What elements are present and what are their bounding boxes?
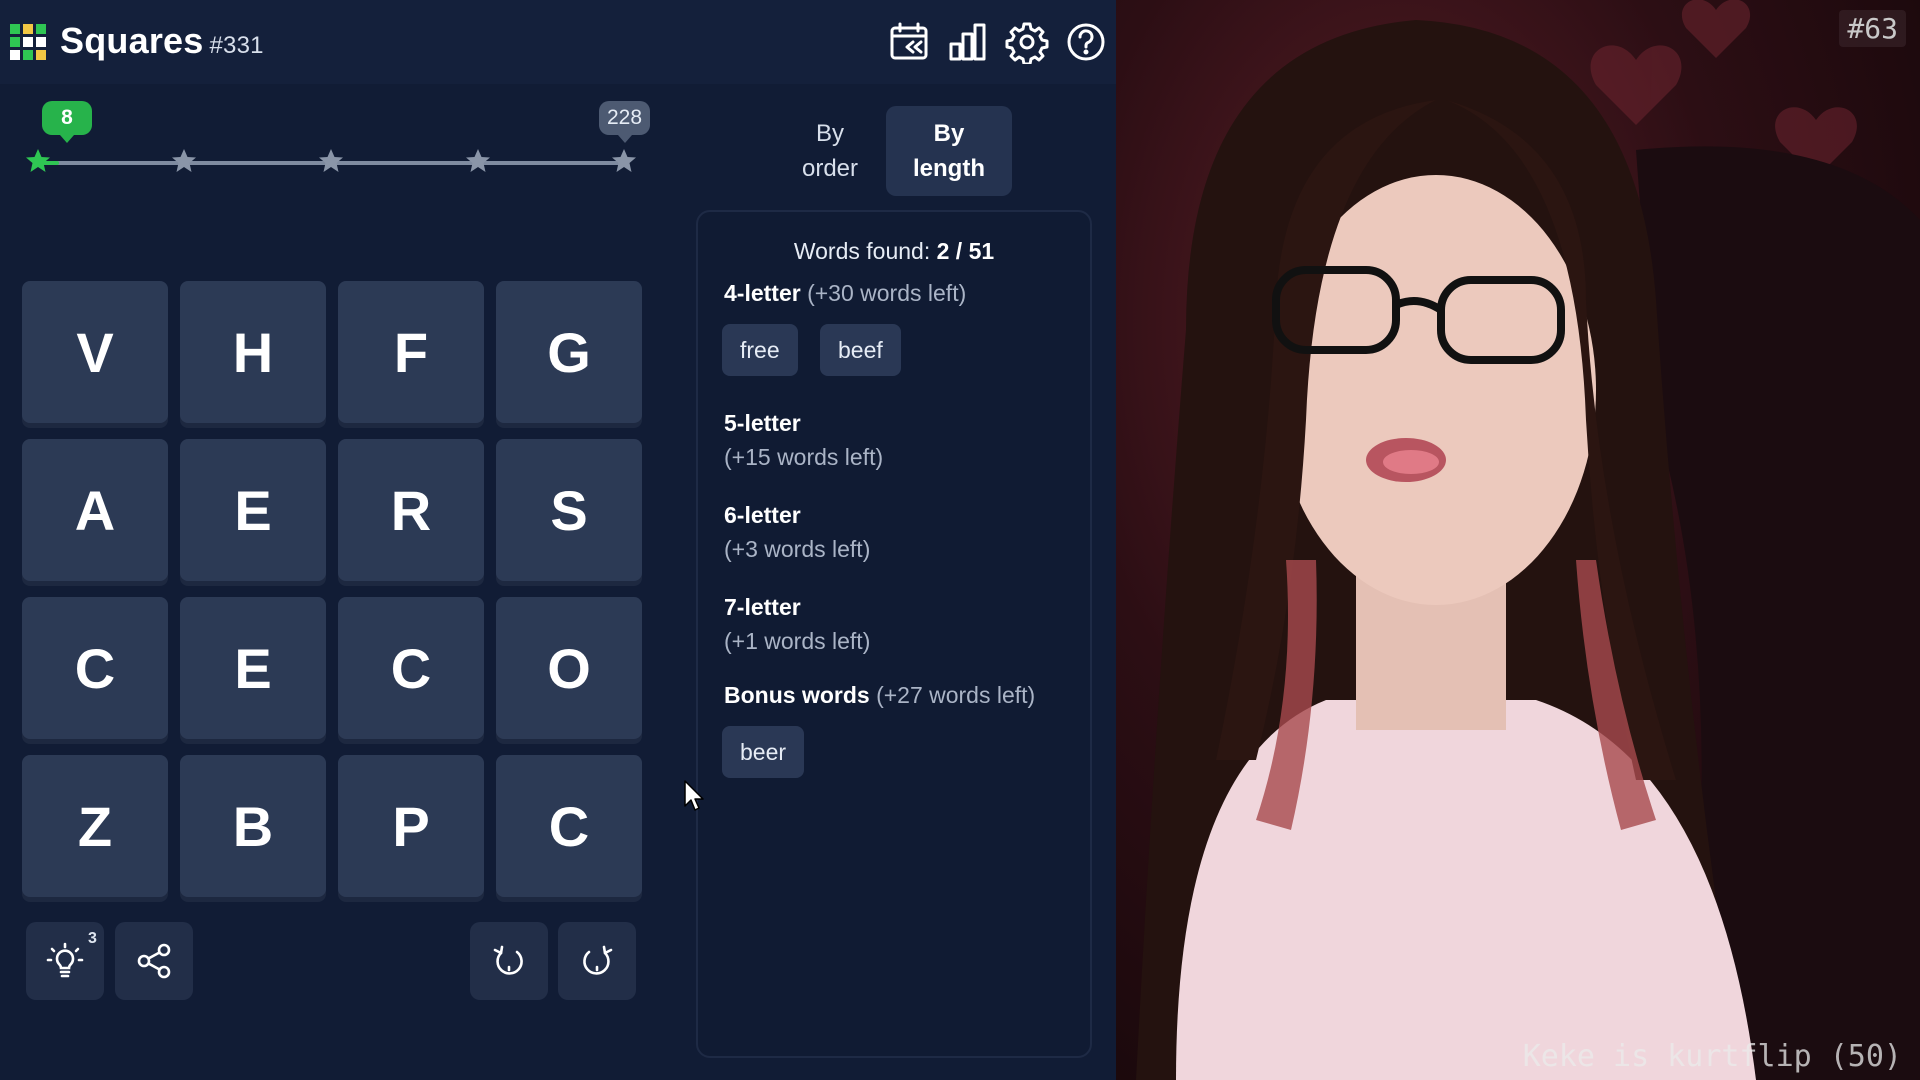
share-icon: [137, 943, 171, 979]
stream-ticker: Keke is kurtflip (50): [1522, 1039, 1902, 1074]
page-title: Squares #331: [60, 20, 264, 62]
category-remaining: (+3 words left): [724, 536, 871, 562]
letter-tile[interactable]: H: [180, 281, 326, 423]
letter-tile[interactable]: P: [338, 755, 484, 897]
current-score-badge: 8: [42, 101, 92, 143]
hint-count-badge: 3: [88, 930, 97, 947]
letter-tile[interactable]: S: [496, 439, 642, 581]
milestone-star-icon: [170, 147, 198, 175]
top-bar: Squares #331: [0, 0, 1116, 84]
letter-tile[interactable]: Z: [22, 755, 168, 897]
streamer-webcam-image: [1136, 0, 1920, 1080]
category-name: 5-letter: [724, 410, 801, 436]
score-progress-bar: 8 228: [24, 95, 651, 185]
stream-overlay-counter: #63: [1839, 10, 1906, 47]
game-panel: Squares #331 8 228 V H F G A E R S C E C…: [0, 0, 1116, 1080]
letter-tile[interactable]: C: [496, 755, 642, 897]
sort-order-line2: order: [801, 155, 859, 182]
stats-chart-icon[interactable]: [946, 20, 990, 64]
category-bonus-words: Bonus words (+27 words left): [724, 682, 1035, 709]
letter-tile[interactable]: R: [338, 439, 484, 581]
letter-tile[interactable]: A: [22, 439, 168, 581]
letter-tile[interactable]: C: [338, 597, 484, 739]
category-name: 4-letter: [724, 280, 801, 306]
category-remaining: (+15 words left): [724, 444, 884, 470]
words-found-count: Words found: 2 / 51: [698, 238, 1090, 265]
sort-by-length-button[interactable]: By length: [886, 106, 1012, 196]
rotate-left-icon: [493, 945, 523, 975]
puzzle-number: #331: [209, 32, 264, 59]
sort-order-line1: By: [815, 120, 844, 147]
letter-tile[interactable]: V: [22, 281, 168, 423]
letter-grid: V H F G A E R S C E C O Z B P C: [22, 281, 642, 901]
found-word-chip[interactable]: beef: [820, 324, 901, 376]
words-found-panel: Words found: 2 / 51 4-letter (+30 words …: [696, 210, 1092, 1058]
hint-lightbulb-icon: [46, 942, 84, 978]
words-found-label: Words found:: [793, 238, 931, 264]
squares-logo-icon: [10, 24, 46, 60]
rotate-right-icon: [583, 945, 613, 975]
category-4-letter: 4-letter (+30 words left): [724, 280, 966, 307]
category-remaining: (+1 words left): [724, 628, 871, 654]
letter-tile[interactable]: O: [496, 597, 642, 739]
webcam-feed: #63 Keke is kurtflip (50): [1116, 0, 1920, 1080]
rotate-right-button[interactable]: [558, 922, 636, 1000]
letter-tile[interactable]: C: [22, 597, 168, 739]
app-title: Squares: [60, 20, 204, 61]
category-name: Bonus words: [724, 682, 870, 708]
found-word-chip[interactable]: beer: [722, 726, 805, 778]
settings-gear-icon[interactable]: [1005, 20, 1049, 66]
sort-by-order-button[interactable]: By order: [767, 106, 893, 196]
category-remaining: (+27 words left): [876, 682, 1036, 708]
found-word-chip[interactable]: free: [722, 324, 798, 376]
rotate-left-button[interactable]: [470, 922, 548, 1000]
category-name: 7-letter: [724, 594, 801, 620]
mouse-cursor-icon: [684, 780, 704, 811]
category-remaining: (+30 words left): [807, 280, 967, 306]
milestone-star-icon: [464, 147, 492, 175]
category-7-letter: 7-letter (+1 words left): [724, 590, 870, 658]
category-5-letter: 5-letter (+15 words left): [724, 406, 883, 474]
help-icon[interactable]: [1064, 20, 1108, 64]
share-button[interactable]: [115, 922, 193, 1000]
milestone-star-icon: [317, 147, 345, 175]
max-score-badge: 228: [599, 101, 651, 143]
category-6-letter: 6-letter (+3 words left): [724, 498, 870, 566]
milestone-star-icon: [24, 147, 52, 175]
calendar-history-icon[interactable]: [887, 20, 931, 64]
letter-tile[interactable]: E: [180, 597, 326, 739]
words-found-value: 2 / 51: [936, 238, 995, 264]
letter-tile[interactable]: G: [496, 281, 642, 423]
sort-length-line2: length: [913, 155, 985, 182]
sort-length-line1: By: [933, 120, 965, 147]
letter-tile[interactable]: B: [180, 755, 326, 897]
milestone-star-icon: [610, 147, 638, 175]
category-name: 6-letter: [724, 502, 801, 528]
letter-tile[interactable]: F: [338, 281, 484, 423]
letter-tile[interactable]: E: [180, 439, 326, 581]
